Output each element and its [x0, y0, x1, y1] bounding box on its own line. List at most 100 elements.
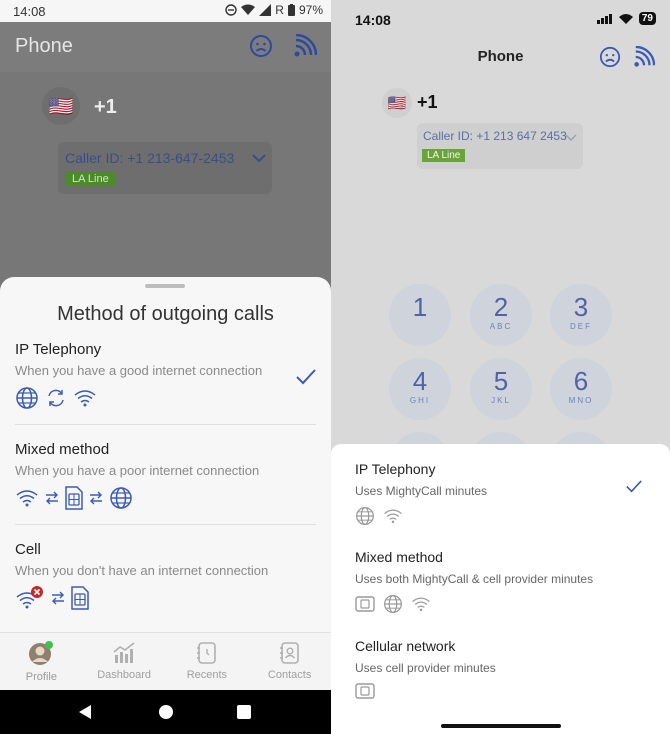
wifi-status-icon	[618, 13, 633, 24]
home-indicator[interactable]	[441, 724, 561, 728]
globe-icon	[356, 507, 374, 525]
bottom-nav: Profile Dashboard Recents Contacts	[0, 632, 331, 690]
key-6[interactable]: 6 MNO	[550, 358, 612, 420]
globe-icon	[384, 595, 402, 613]
chevron-down-icon	[565, 129, 577, 147]
wifi-icon	[384, 509, 402, 524]
swap-arrows-icon	[90, 491, 102, 505]
line-badge: LA Line	[65, 172, 116, 186]
wifi-status-icon	[241, 4, 256, 15]
option-cellular-network[interactable]: Cellular network Uses cell provider minu…	[355, 638, 655, 699]
caller-id-selector[interactable]: Caller ID: +1 213-647-2453 LA Line	[58, 142, 272, 194]
option-name: Cellular network	[355, 638, 456, 654]
recents-square-icon[interactable]	[236, 704, 252, 720]
page-title: Phone	[15, 35, 73, 57]
divider	[15, 524, 316, 525]
option-name: Mixed method	[355, 549, 443, 565]
sync-icon	[48, 389, 64, 407]
app-bar: Phone	[0, 22, 331, 72]
back-icon[interactable]	[77, 704, 93, 720]
dnd-icon	[225, 4, 237, 16]
feedback-sad-icon[interactable]	[249, 34, 273, 63]
key-4[interactable]: 4 GHI	[389, 358, 451, 420]
option-desc: Uses both MightyCall & cell provider min…	[355, 572, 594, 586]
option-name: IP Telephony	[355, 461, 436, 477]
country-code: +1	[417, 92, 438, 112]
battery-level: 79	[638, 12, 656, 25]
feedback-sad-icon[interactable]	[599, 46, 621, 73]
signal-icon	[596, 14, 612, 24]
contacts-book-icon	[279, 642, 299, 664]
swap-arrows-icon	[46, 491, 58, 505]
nav-dashboard[interactable]: Dashboard	[83, 633, 166, 690]
option-mixed-method[interactable]: Mixed method Uses both MightyCall & cell…	[355, 549, 655, 614]
option-ip-telephony[interactable]: IP Telephony When you have a good intern…	[15, 341, 315, 410]
avatar	[29, 641, 54, 665]
key-2[interactable]: 2 ABC	[470, 284, 532, 346]
option-mixed-method[interactable]: Mixed method When you have a poor intern…	[15, 441, 315, 510]
globe-icon	[16, 387, 38, 409]
sheet-handle[interactable]	[145, 284, 185, 288]
option-name: IP Telephony	[15, 341, 102, 358]
country-selector[interactable]: 🇺🇸	[382, 88, 412, 118]
country-code: +1	[94, 96, 117, 118]
option-desc: When you have a good internet connection	[15, 363, 263, 378]
home-icon[interactable]	[158, 704, 174, 720]
wifi-icon	[412, 597, 430, 612]
outgoing-method-sheet: Method of outgoing calls IP Telephony Wh…	[0, 277, 331, 632]
wifi-icon	[16, 490, 38, 507]
option-ip-telephony[interactable]: IP Telephony Uses MightyCall minutes	[355, 461, 655, 526]
option-desc: Uses cell provider minutes	[355, 661, 496, 675]
sim-card-icon	[71, 586, 89, 610]
line-badge: LA Line	[422, 149, 466, 162]
nav-label: Profile	[25, 671, 57, 683]
caller-id-text: Caller ID: +1 213-647-2453	[65, 150, 235, 166]
system-nav-bar	[0, 690, 331, 734]
dashboard-chart-icon	[113, 642, 135, 663]
roaming-indicator: R	[275, 3, 284, 17]
signal-icon	[259, 4, 272, 16]
status-time: 14:08	[355, 12, 391, 28]
battery-percent: 97%	[298, 3, 323, 17]
key-5[interactable]: 5 JKL	[470, 358, 532, 420]
selected-check-icon	[626, 480, 642, 498]
key-3[interactable]: 3 DEF	[550, 284, 612, 346]
nav-profile[interactable]: Profile	[0, 633, 83, 690]
sim-card-icon	[355, 596, 375, 612]
sheet-title: Method of outgoing calls	[57, 303, 274, 325]
feed-icon[interactable]	[293, 33, 318, 63]
option-name: Cell	[15, 541, 41, 558]
nav-label: Contacts	[267, 669, 312, 681]
country-selector[interactable]: 🇺🇸	[42, 87, 80, 125]
ios-screen: 14:08 79 Phone 🇺🇸 +1 Caller ID: +1 213 6…	[331, 0, 670, 734]
flag-us-icon: 🇺🇸	[48, 95, 74, 118]
feed-icon[interactable]	[633, 45, 656, 73]
option-desc: Uses MightyCall minutes	[355, 484, 488, 498]
key-1[interactable]: 1	[389, 284, 451, 346]
swap-arrows-icon	[52, 591, 64, 605]
selected-check-icon	[296, 369, 316, 390]
option-cell[interactable]: Cell When you don't have an internet con…	[15, 541, 315, 610]
nav-label: Dashboard	[97, 669, 152, 681]
wifi-off-icon	[16, 586, 43, 609]
option-desc: When you don't have an internet connecti…	[15, 563, 269, 578]
status-time: 14:08	[13, 4, 46, 19]
outgoing-method-sheet: IP Telephony Uses MightyCall minutes Mix…	[331, 444, 670, 734]
option-desc: When you have a poor internet connection	[15, 463, 260, 478]
wifi-icon	[74, 390, 96, 407]
globe-icon	[110, 487, 132, 509]
nav-contacts[interactable]: Contacts	[248, 633, 331, 690]
android-screen: 14:08 R 97% Phone 🇺🇸 +1 Caller ID: +1 21…	[0, 0, 331, 734]
caller-id-selector[interactable]: Caller ID: +1 213 647 2453 LA Line	[417, 123, 583, 169]
divider	[15, 424, 316, 425]
recents-clock-icon	[196, 642, 216, 664]
flag-us-icon: 🇺🇸	[387, 95, 407, 112]
status-bar: 14:08 R 97%	[0, 0, 331, 22]
sim-card-icon	[65, 486, 83, 510]
sim-card-icon	[355, 683, 375, 699]
chevron-down-icon	[252, 150, 266, 168]
caller-id-text: Caller ID: +1 213 647 2453	[423, 129, 567, 143]
nav-recents[interactable]: Recents	[166, 633, 249, 690]
option-name: Mixed method	[15, 441, 110, 458]
battery-icon	[287, 4, 295, 16]
